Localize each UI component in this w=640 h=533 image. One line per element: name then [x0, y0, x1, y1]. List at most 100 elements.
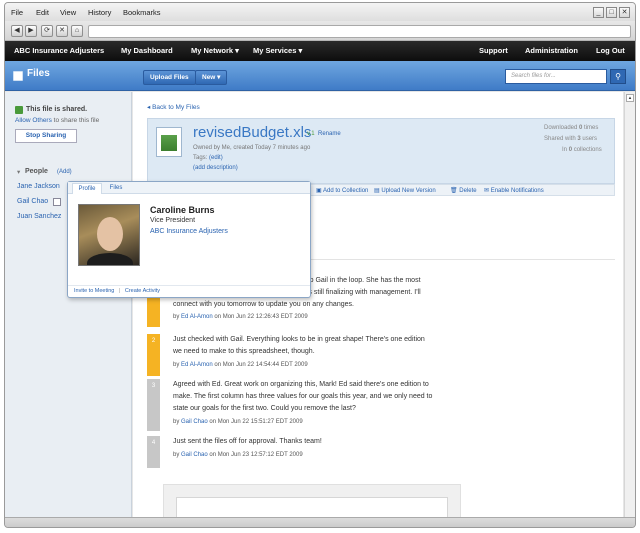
- add-people-link[interactable]: (Add): [57, 169, 72, 175]
- menu-history[interactable]: History: [88, 8, 111, 17]
- people-toggle-icon[interactable]: ▾: [17, 168, 20, 176]
- menu-edit[interactable]: Edit: [36, 8, 49, 17]
- back-link-label: Back to My Files: [152, 104, 200, 111]
- downloaded-count: 0: [579, 125, 583, 131]
- top-navigation: ABC Insurance Adjusters My Dashboard My …: [5, 41, 635, 61]
- brand-name[interactable]: ABC Insurance Adjusters: [14, 46, 104, 55]
- comment-meta: by Gail Chao on Mon Jun 22 15:51:27 EDT …: [173, 419, 303, 425]
- person-gail-chao[interactable]: Gail Chao: [17, 198, 48, 205]
- downloaded-label: Downloaded: [544, 125, 578, 131]
- minimize-button[interactable]: _: [593, 7, 604, 18]
- nav-my-services[interactable]: My Services ▾: [253, 46, 302, 55]
- comment-date: on Mon Jun 23 12:57:12 EDT 2009: [209, 452, 303, 458]
- stop-icon[interactable]: ✕: [56, 25, 68, 37]
- notifications-label: Enable Notifications: [490, 188, 544, 194]
- menu-bookmarks[interactable]: Bookmarks: [123, 8, 161, 17]
- delete-link[interactable]: 🗑 Delete: [450, 187, 477, 194]
- comment-date: on Mon Jun 22 15:51:27 EDT 2009: [209, 419, 303, 425]
- allow-others-text: to share this file: [53, 117, 100, 124]
- file-header: revisedBudget.xls v.1 Rename Owned by Me…: [147, 118, 615, 184]
- browser-window: File Edit View History Bookmarks _ □ ✕ ◀…: [4, 2, 636, 528]
- person-company[interactable]: ABC Insurance Adjusters: [150, 228, 228, 235]
- shared-icon: [15, 106, 23, 114]
- main-content: ◂ Back to My Files revisedBudget.xls v.1…: [133, 92, 623, 527]
- add-to-collection-link[interactable]: ▣ Add to Collection: [316, 187, 368, 194]
- in-label: In: [562, 147, 568, 153]
- upload-files-button[interactable]: Upload Files: [143, 70, 196, 85]
- comment-meta: by Ed Al-Amon on Mon Jun 22 12:26:43 EDT…: [173, 314, 308, 320]
- navigation-toolbar: ◀ ▶ ⟳ ✕ ⌂: [5, 21, 635, 41]
- nav-my-network[interactable]: My Network ▾: [191, 46, 239, 55]
- person-card-icon[interactable]: [53, 198, 61, 206]
- edit-tags-link[interactable]: (edit): [209, 155, 223, 161]
- upload-version-label: Upload New Version: [381, 188, 436, 194]
- nav-my-dashboard[interactable]: My Dashboard: [121, 46, 173, 55]
- comment-text: Agreed with Ed. Great work on organizing…: [173, 379, 613, 415]
- comment-line: we need to make to this spreadsheet, tho…: [173, 348, 315, 355]
- comment-line: make. The first column has three values …: [173, 393, 433, 400]
- close-button[interactable]: ✕: [619, 7, 630, 18]
- comment-author[interactable]: Gail Chao: [181, 419, 208, 425]
- nav-administration[interactable]: Administration: [525, 46, 578, 55]
- popup-tabs: Profile Files: [68, 182, 310, 194]
- files-banner: Files Upload Files New ▾ Search files fo…: [5, 61, 635, 91]
- comment-number: 2: [147, 334, 160, 376]
- add-description-link[interactable]: (add description): [193, 165, 238, 171]
- person-jane-jackson[interactable]: Jane Jackson: [17, 183, 60, 190]
- address-bar[interactable]: [88, 25, 631, 38]
- comment-meta: by Gail Chao on Mon Jun 23 12:57:12 EDT …: [173, 452, 303, 458]
- add-collection-label: Add to Collection: [323, 188, 369, 194]
- collection-stats: In 0 collections: [562, 147, 602, 153]
- maximize-button[interactable]: □: [606, 7, 617, 18]
- sidebar: This file is shared. Allow Others to sha…: [5, 92, 132, 522]
- scrollbar[interactable]: ▴: [624, 92, 635, 522]
- tab-files[interactable]: Files: [104, 183, 128, 194]
- home-icon[interactable]: ⌂: [71, 25, 83, 37]
- file-version: v.1: [307, 131, 315, 137]
- popup-actions: Invite to Meeting | Create Activity: [68, 285, 310, 297]
- nav-support[interactable]: Support: [479, 46, 508, 55]
- new-button[interactable]: New ▾: [195, 70, 228, 85]
- files-icon: [13, 71, 23, 81]
- comment-author[interactable]: Gail Chao: [181, 452, 208, 458]
- invite-to-meeting-link[interactable]: Invite to Meeting: [74, 288, 114, 294]
- page-title: Files: [27, 68, 50, 79]
- create-activity-link[interactable]: Create Activity: [125, 288, 160, 294]
- allow-others-link[interactable]: Allow Others: [15, 117, 52, 124]
- tab-profile[interactable]: Profile: [72, 183, 102, 194]
- person-name: Caroline Burns: [150, 205, 215, 215]
- comment-author[interactable]: Ed Al-Amon: [181, 314, 213, 320]
- upload-new-version-link[interactable]: ▤ Upload New Version: [374, 187, 436, 194]
- search-icon[interactable]: ⚲: [610, 69, 626, 84]
- enable-notifications-link[interactable]: ✉ Enable Notifications: [484, 187, 544, 194]
- nav-log-out[interactable]: Log Out: [596, 46, 625, 55]
- in-unit: collections: [573, 147, 602, 153]
- reload-icon[interactable]: ⟳: [41, 25, 53, 37]
- menu-file[interactable]: File: [11, 8, 23, 17]
- people-label: People: [25, 168, 48, 175]
- file-name: revisedBudget.xls: [193, 124, 312, 141]
- back-to-my-files-link[interactable]: ◂ Back to My Files: [147, 103, 200, 111]
- shared-status: This file is shared.: [26, 106, 88, 113]
- forward-icon[interactable]: ▶: [25, 25, 37, 37]
- stop-sharing-button[interactable]: Stop Sharing: [15, 129, 77, 143]
- scroll-up-icon[interactable]: ▴: [626, 94, 634, 102]
- status-bar: [5, 517, 635, 527]
- search-input[interactable]: Search files for...: [505, 69, 607, 84]
- tags-row: Tags: (edit): [193, 155, 223, 161]
- comment-text: Just sent the files off for approval. Th…: [173, 436, 613, 448]
- created-time: , created Today 7 minutes ago: [230, 145, 311, 151]
- menu-view[interactable]: View: [60, 8, 76, 17]
- delete-label: Delete: [459, 188, 477, 194]
- avatar: [78, 204, 140, 266]
- shared-count: 3: [577, 136, 581, 142]
- comment-date: on Mon Jun 22 12:26:43 EDT 2009: [214, 314, 308, 320]
- menu-bar: File Edit View History Bookmarks _ □ ✕: [5, 3, 635, 21]
- person-juan-sanchez[interactable]: Juan Sanchez: [17, 213, 61, 220]
- comment-number: 3: [147, 379, 160, 431]
- comment-date: on Mon Jun 22 14:54:44 EDT 2009: [214, 362, 308, 368]
- comment-author[interactable]: Ed Al-Amon: [181, 362, 213, 368]
- comment-line: Agreed with Ed. Great work on organizing…: [173, 381, 429, 388]
- rename-link[interactable]: Rename: [318, 131, 341, 137]
- back-icon[interactable]: ◀: [11, 25, 23, 37]
